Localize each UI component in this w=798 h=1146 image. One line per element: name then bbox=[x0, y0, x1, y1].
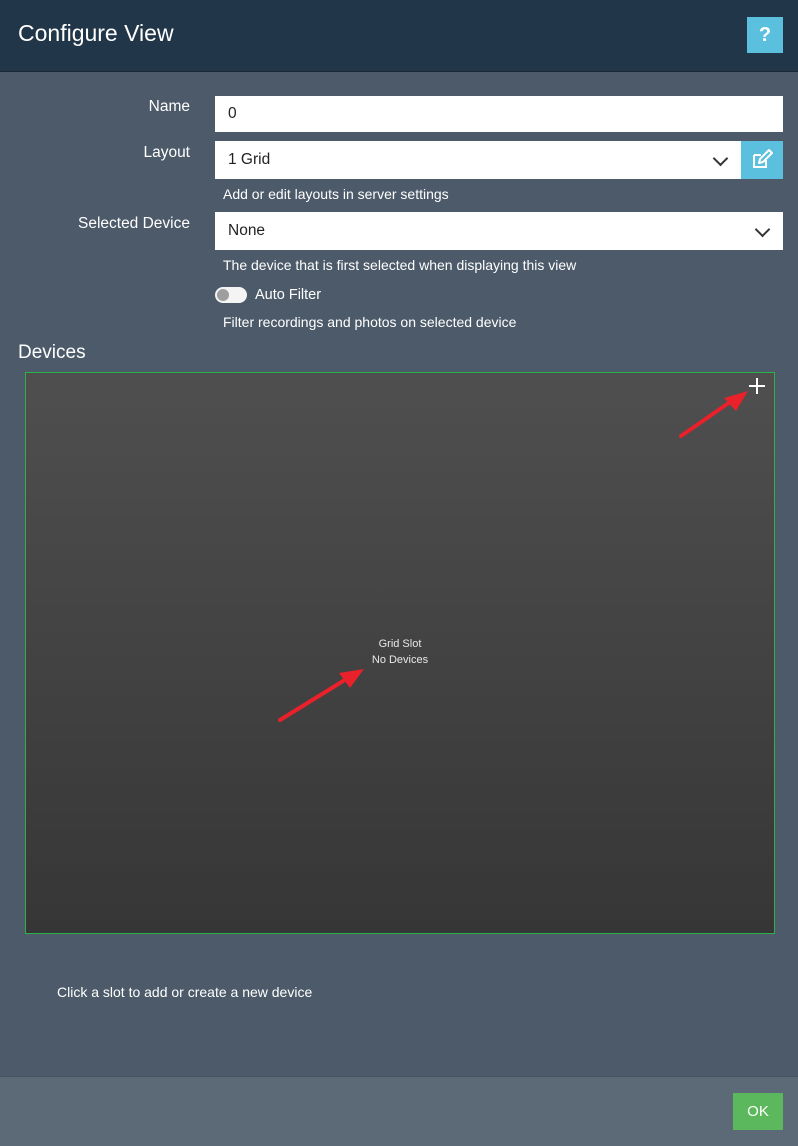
annotation-arrow-top bbox=[679, 391, 748, 438]
annotation-arrows bbox=[278, 391, 748, 722]
ok-button[interactable]: OK bbox=[733, 1093, 783, 1130]
annotation-arrow-center bbox=[278, 669, 364, 722]
dialog-footer: OK bbox=[0, 1076, 798, 1146]
devices-instruction-text: Click a slot to add or create a new devi… bbox=[57, 984, 313, 1000]
